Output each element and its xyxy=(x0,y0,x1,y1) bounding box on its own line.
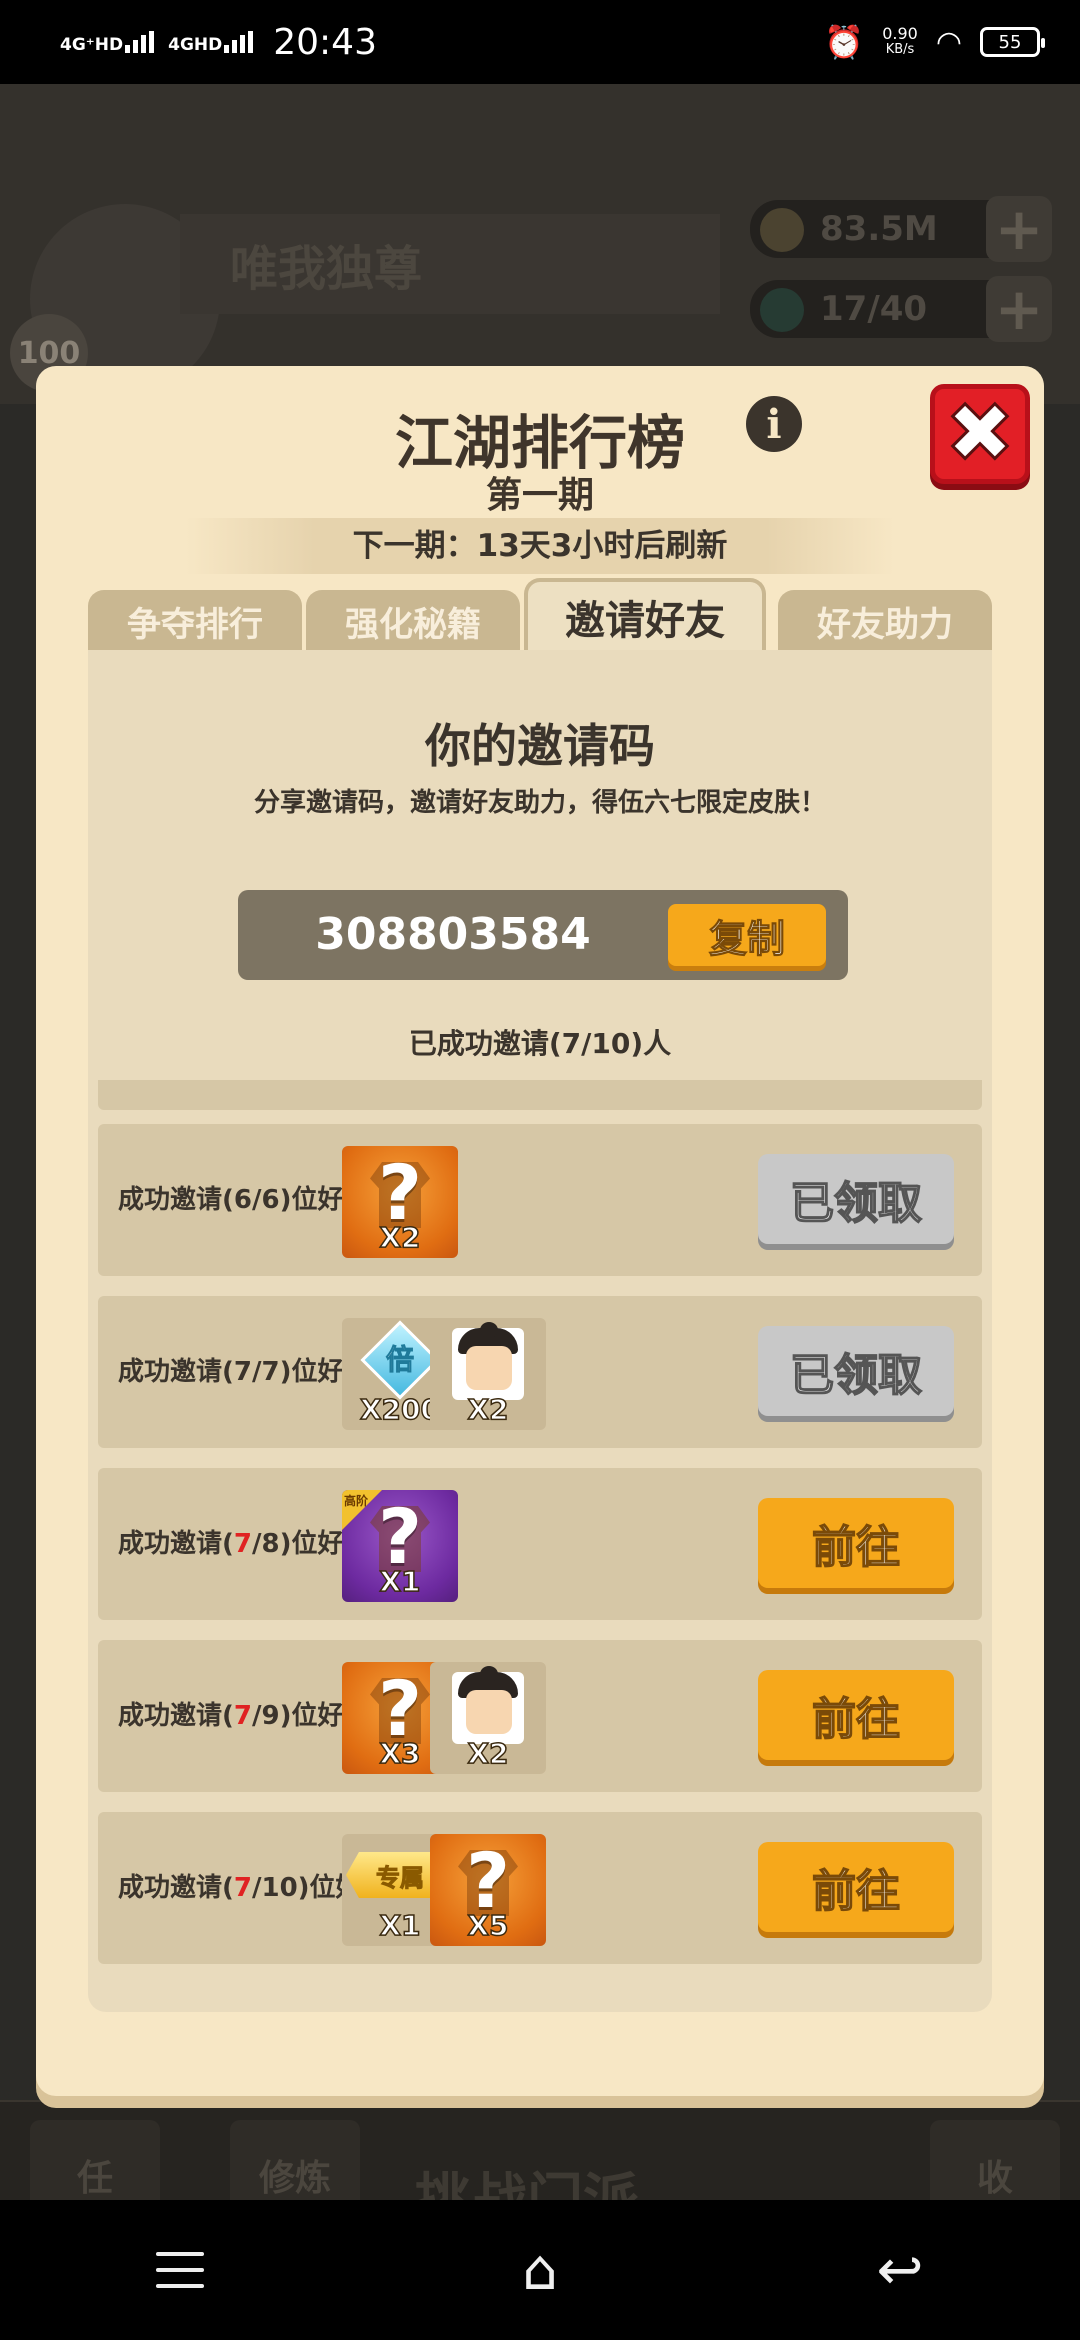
list-item: 成功邀请(7/9)位好友助力? X3 X2 前往 xyxy=(98,1640,982,1792)
invite-description: 分享邀请码，邀请好友助力，得伍六七限定皮肤！ xyxy=(253,788,826,818)
reward-item[interactable]: ? 高阶 X1 xyxy=(342,1490,458,1602)
navigation-bar: ⌂ ↩ xyxy=(0,2200,1080,2340)
tab-friend-assist[interactable]: 好友助力 xyxy=(778,590,992,652)
close-icon: ✖ xyxy=(944,386,1016,481)
tab-bar: 争夺排行 强化秘籍 邀请好友 好友助力 xyxy=(88,578,992,652)
gem-counter: 17/40 + xyxy=(750,275,1052,343)
go-button[interactable]: 前往 xyxy=(758,1842,954,1932)
invite-code-box: 308803584 复制 xyxy=(238,890,848,980)
signal-icon xyxy=(224,31,254,53)
list-item: 成功邀请(7/8)位好友助力? 高阶 X1 前往 xyxy=(98,1468,982,1620)
modal-subtitle: 第一期 xyxy=(485,475,594,516)
alarm-icon: ⏰ xyxy=(824,23,865,61)
menu-button[interactable] xyxy=(120,2220,240,2320)
progress-current: 7 xyxy=(233,1873,252,1903)
reward-item[interactable]: ? X5 xyxy=(430,1834,546,1946)
network-label-1: 4G⁺HD xyxy=(60,35,124,55)
leaderboard-modal: 江湖排行榜 i ✖ 第一期 下一期：13天3小时后刷新 争夺排行 强化秘籍 邀请… xyxy=(36,366,1044,2096)
signal-icon xyxy=(125,31,155,53)
list-item xyxy=(98,1080,982,1110)
reward-quantity: X1 xyxy=(379,1564,422,1599)
refresh-countdown: 下一期：13天3小时后刷新 xyxy=(186,518,894,574)
copy-button[interactable]: 复制 xyxy=(668,904,826,966)
reward-quantity: X2 xyxy=(467,1736,510,1771)
tab-upgrade-guide[interactable]: 强化秘籍 xyxy=(306,590,520,652)
label-prefix: 成功邀请( xyxy=(118,1873,234,1903)
coin-icon xyxy=(760,208,804,252)
claimed-button[interactable]: 已领取 xyxy=(758,1326,954,1416)
add-gem-icon: + xyxy=(986,275,1052,343)
character-portrait-icon xyxy=(452,1666,524,1744)
tier-label: 高阶 xyxy=(344,1494,369,1508)
network-speed: 0.90 KB/s xyxy=(882,26,918,58)
gem-icon xyxy=(760,288,804,332)
reward-item[interactable]: X2 xyxy=(430,1318,546,1430)
label-prefix: 成功邀请( xyxy=(118,1185,234,1215)
gold-value: 83.5M xyxy=(820,209,938,249)
network-label-2: 4GHD xyxy=(168,35,223,55)
face-shape xyxy=(466,1346,512,1390)
label-prefix: 成功邀请( xyxy=(118,1529,234,1559)
speed-value: 0.90 xyxy=(882,24,918,43)
progress-current: 7 xyxy=(233,1357,252,1387)
reward-quantity: X2 xyxy=(467,1392,510,1427)
menu-icon xyxy=(156,2252,204,2288)
reward-item[interactable]: ? X2 xyxy=(342,1146,458,1258)
invite-panel: 你的邀请码 分享邀请码，邀请好友助力，得伍六七限定皮肤！ 308803584 复… xyxy=(88,650,992,2012)
reward-quantity: X5 xyxy=(467,1908,510,1943)
invite-code: 308803584 xyxy=(315,909,591,960)
invited-count: 已成功邀请(7/10)人 xyxy=(408,1027,672,1060)
gold-counter: 83.5M + xyxy=(750,195,1052,263)
back-button[interactable]: ↩ xyxy=(840,2220,960,2320)
network-indicator-1: 4G⁺HD xyxy=(60,31,155,55)
wifi-icon: ◠ xyxy=(935,24,962,60)
hair-bun-shape xyxy=(480,1322,498,1338)
progress-current: 6 xyxy=(233,1185,252,1215)
reward-list[interactable]: 成功邀请(6/6)位好友助力? X2 已领取 成功邀请(7/7)位好友助力倍 X200 X… xyxy=(98,1080,982,2000)
label-prefix: 成功邀请( xyxy=(118,1701,234,1731)
claimed-button[interactable]: 已领取 xyxy=(758,1154,954,1244)
reward-item[interactable]: X2 xyxy=(430,1662,546,1774)
network-indicator-2: 4GHD xyxy=(168,31,254,55)
progress-current: 7 xyxy=(233,1701,252,1731)
invite-title: 你的邀请码 xyxy=(425,719,655,773)
back-icon: ↩ xyxy=(876,2237,924,2303)
go-button[interactable]: 前往 xyxy=(758,1670,954,1760)
face-shape xyxy=(466,1690,512,1734)
home-button[interactable]: ⌂ xyxy=(480,2220,600,2320)
tab-ranking[interactable]: 争夺排行 xyxy=(88,590,302,652)
go-button[interactable]: 前往 xyxy=(758,1498,954,1588)
character-portrait-icon xyxy=(452,1322,524,1400)
reward-quantity: X2 xyxy=(379,1220,422,1255)
battery-level: 55 xyxy=(998,31,1022,53)
list-item: 成功邀请(6/6)位好友助力? X2 已领取 xyxy=(98,1124,982,1276)
status-bar: 4G⁺HD 4GHD 20:43 ⏰ 0.90 KB/s ◠ 55 xyxy=(0,0,1080,84)
info-icon[interactable]: i xyxy=(746,396,802,452)
player-name: 唯我独尊 xyxy=(230,241,423,297)
list-item: 成功邀请(7/7)位好友助力倍 X200 X2 已领取 xyxy=(98,1296,982,1448)
progress-current: 7 xyxy=(233,1529,252,1559)
home-icon: ⌂ xyxy=(522,2237,558,2303)
clock: 20:43 xyxy=(273,21,377,63)
hair-bun-shape xyxy=(480,1666,498,1682)
tab-invite-friends[interactable]: 邀请好友 xyxy=(524,578,766,652)
label-prefix: 成功邀请( xyxy=(118,1357,234,1387)
list-item: 成功邀请(7/10)位好友助力专属X1?X5前往 xyxy=(98,1812,982,1964)
battery-icon: 55 xyxy=(980,27,1045,57)
speed-unit: KB/s xyxy=(885,42,915,57)
add-gold-icon: + xyxy=(986,195,1052,263)
gem-value: 17/40 xyxy=(820,289,928,329)
